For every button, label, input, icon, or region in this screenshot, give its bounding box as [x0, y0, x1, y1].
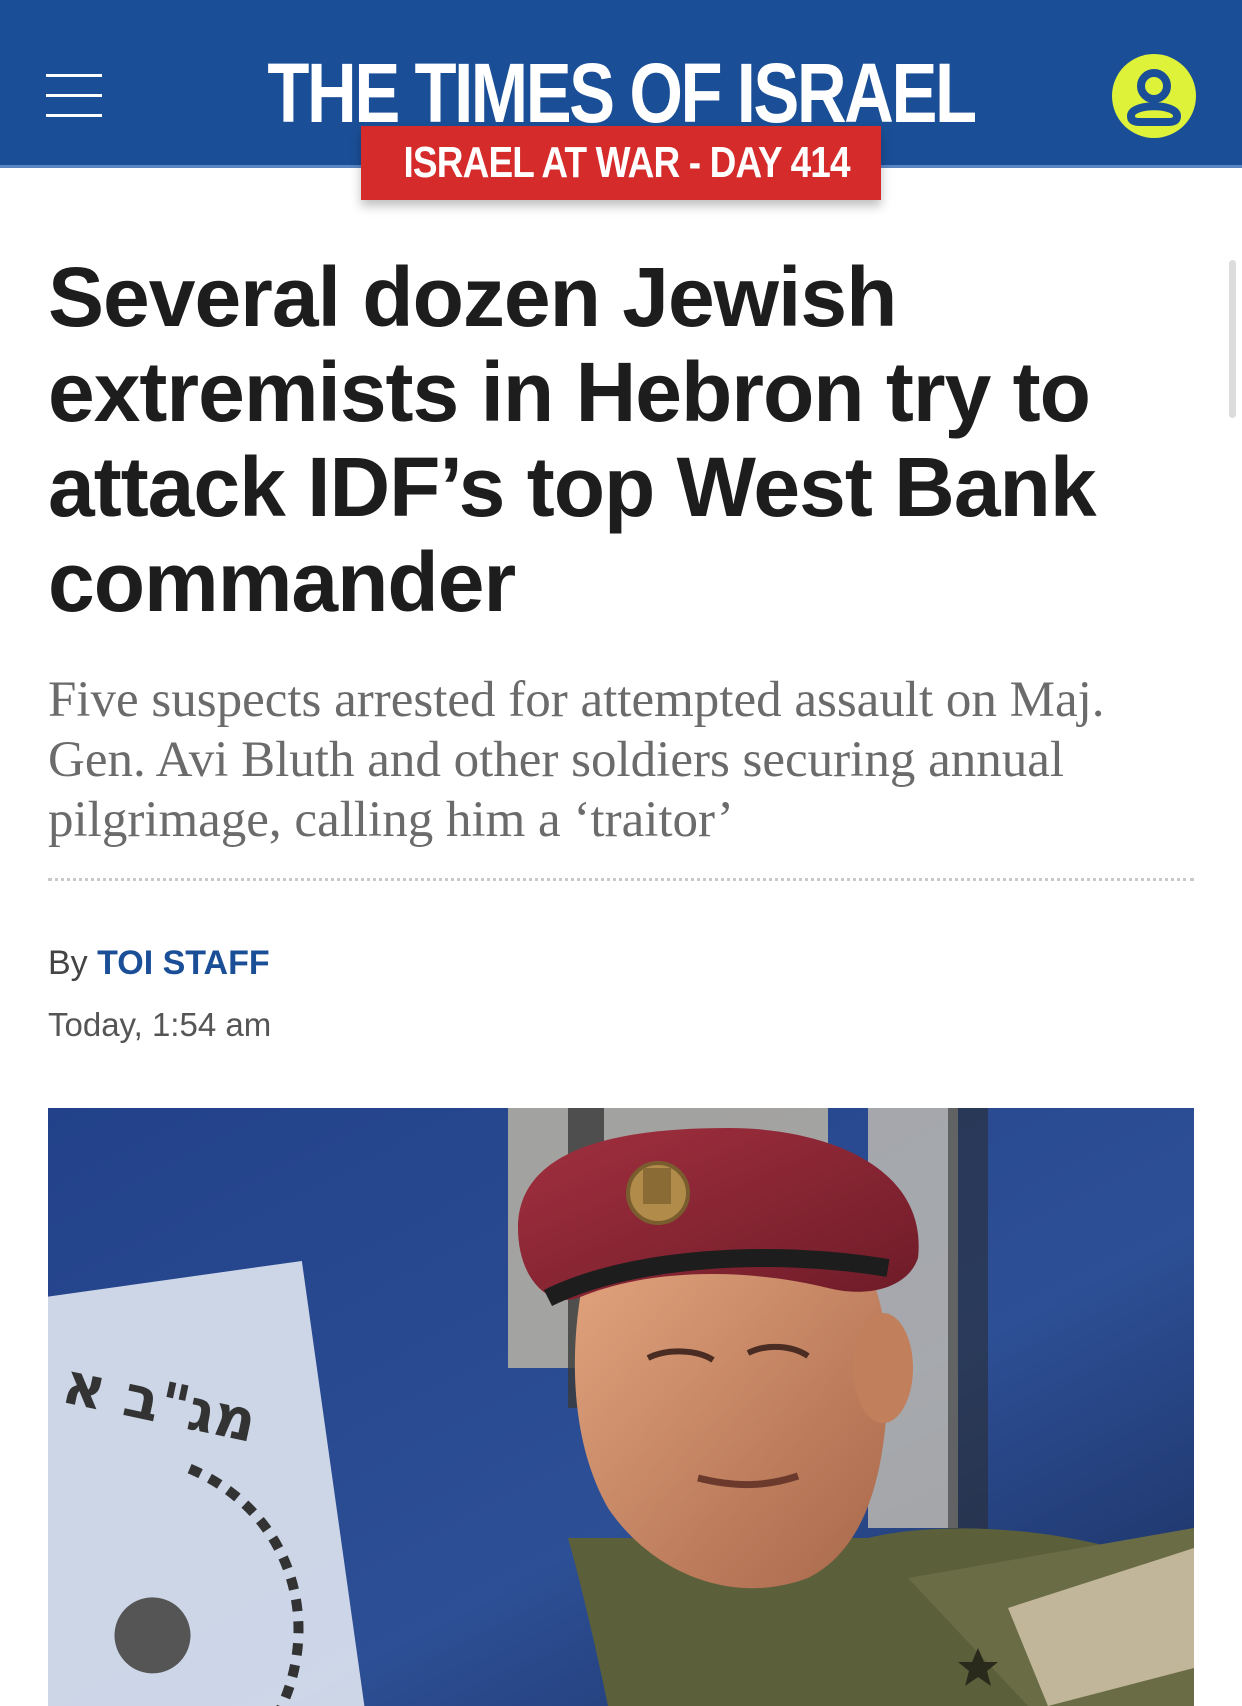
author-link[interactable]: TOI STAFF: [97, 944, 270, 982]
menu-icon[interactable]: [46, 74, 102, 118]
byline: By TOI STAFF: [48, 942, 270, 984]
publish-timestamp: Today, 1:54 am: [48, 1006, 272, 1043]
article-photo-illustration: מג"ב א: [48, 1108, 1194, 1706]
scrollbar[interactable]: [1229, 260, 1236, 418]
war-day-banner-label: ISRAEL AT WAR - DAY 414: [403, 138, 850, 187]
article-photo[interactable]: מג"ב א: [48, 1108, 1194, 1706]
byline-prefix: By: [48, 944, 88, 982]
account-icon[interactable]: [1112, 54, 1196, 138]
divider: [48, 878, 1194, 881]
article-subhead: Five suspects arrested for attempted ass…: [48, 672, 1105, 848]
article-headline: Several dozen Jewish extremists in Hebro…: [48, 250, 1097, 629]
war-day-banner[interactable]: ISRAEL AT WAR - DAY 414: [361, 126, 881, 200]
site-logo[interactable]: THE TIMES OF ISRAEL: [112, 48, 1130, 138]
